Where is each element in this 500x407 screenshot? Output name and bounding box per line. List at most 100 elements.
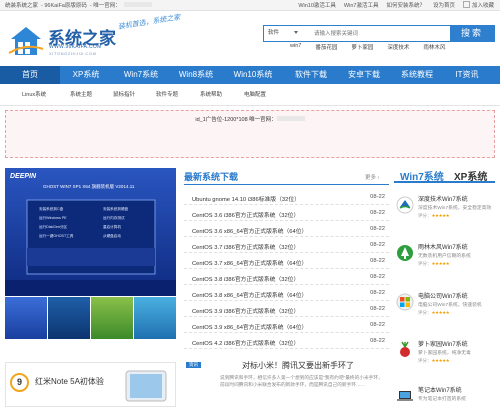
banner-brand: DEEPIN: [10, 173, 37, 180]
house-logo-icon[interactable]: [8, 23, 44, 57]
downloads-more-link[interactable]: 更多 ›: [365, 173, 379, 181]
win7-activation-link[interactable]: Win7激活工具: [344, 1, 379, 9]
site-tagline-text: - 96KaiFa原版原码: [41, 3, 87, 9]
download-name: CentOS 3.6 i386官方正式版系统（32位）: [192, 213, 300, 219]
list-item[interactable]: CentOS 3.9 x86_64官方正式版系统（64位） 08-22: [184, 319, 389, 333]
download-name: CentOS 3.8 i386官方正式版系统（32位）: [192, 277, 300, 283]
thumbnail[interactable]: [134, 297, 176, 339]
list-item[interactable]: CentOS 3.6 x86_64官方正式版系统（64位） 08-22: [184, 223, 389, 237]
downloads-title[interactable]: 最新系统下载: [184, 170, 238, 183]
blurred-url: [276, 116, 305, 121]
sidebar-item-deepin[interactable]: 深度技术Win7系统 深度技术Win7系统，安全稳定高效 评分：★★★★★: [394, 190, 495, 228]
nav-item-it-news[interactable]: IT资讯: [444, 66, 490, 84]
download-date: 08-22: [370, 226, 385, 232]
ad-banner[interactable]: id_1广告位-1200*108 唯一官网：: [5, 110, 495, 158]
nav-item-tutorial[interactable]: 系统教程: [390, 66, 444, 84]
nav-item-android[interactable]: 安卓下载: [338, 66, 390, 84]
list-item[interactable]: CentOS 3.6 i386官方正式版系统（32位） 08-22: [184, 207, 389, 221]
nav-item-home[interactable]: 首页: [0, 66, 60, 84]
rating-stars: ★★★★★: [431, 261, 450, 266]
hot-word[interactable]: 雨林木风: [423, 43, 445, 51]
banner-menu-item: 安装系统到C盘: [39, 207, 64, 211]
rating-label: 评分：: [418, 261, 432, 266]
hot-word[interactable]: 萝卜家园: [351, 43, 373, 51]
thumbnail[interactable]: [5, 297, 47, 339]
site-pinyin: XITONGZHIJIA.COM: [49, 51, 97, 56]
sidebar-item-label: 雨林木风Win7系统: [418, 245, 468, 251]
download-name: CentOS 3.7 x86_64官方正式版系统（64位）: [192, 261, 308, 267]
list-item[interactable]: CentOS 4.2 i386官方正式版系统（32位） 08-22: [184, 335, 389, 349]
search-category-select[interactable]: 软件: [264, 26, 304, 41]
download-name: CentOS 3.7 i386官方正式版系统（32位）: [192, 245, 300, 251]
how-to-install-link[interactable]: 如何安装系统？: [386, 1, 425, 9]
subnav-item-linux[interactable]: Linux系统: [22, 90, 46, 98]
subnav-item-theme[interactable]: 系统主题: [70, 90, 92, 98]
search-input[interactable]: [306, 26, 451, 41]
sidebar-item-rating: 评分：★★★★★: [418, 213, 450, 219]
sidebar-item-lbjy[interactable]: 萝卜家园Win7系统 萝卜家园系统，纯净无毒 评分：★★★★★: [394, 335, 495, 373]
news-tag: 资讯: [186, 362, 201, 368]
download-date: 08-22: [370, 274, 385, 280]
sidebar-item-laptop[interactable]: 笔记本Win7系统 专为笔记本打造的系统: [394, 381, 495, 407]
list-item[interactable]: Ubuntu gnome 14.10 i386标准版（32位） 08-22: [184, 191, 389, 205]
hot-word[interactable]: 深度技术: [387, 43, 409, 51]
sidebar-item-label: 深度技术Win7系统: [418, 197, 468, 203]
featured-banner[interactable]: DEEPIN GHOST WIN7 SP1 X64 旗舰装机版 V2014.11…: [5, 168, 176, 296]
banner-thumbnails: [5, 297, 176, 339]
divider: [184, 184, 389, 185]
nav-item-win7[interactable]: Win7系统: [112, 66, 170, 84]
subnav-item-software-topic[interactable]: 软件专题: [156, 90, 178, 98]
featured-article[interactable]: 9 红米Note 5A初体验: [5, 362, 176, 407]
win10-activation-link[interactable]: Win10激活工具: [298, 1, 336, 9]
news-title: 对标小米！腾讯又要出新手环了: [242, 361, 354, 370]
download-date: 08-22: [370, 306, 385, 312]
chevron-down-icon: [294, 31, 298, 36]
news-item[interactable]: 资讯 对标小米！腾讯又要出新手环了 说到腾讯和手环，相信许多人第一个想到的应该是…: [184, 360, 389, 407]
thumbnail[interactable]: [91, 297, 133, 339]
hot-words: win7 番茄花园 萝卜家园 深度技术 雨林木风: [290, 43, 445, 51]
list-item[interactable]: CentOS 3.9 i386官方正式版系统（32位） 08-22: [184, 303, 389, 317]
add-favorite-link[interactable]: 加入收藏: [463, 1, 494, 9]
search-button[interactable]: 搜索: [450, 26, 494, 41]
more-label: 更多: [365, 175, 377, 181]
hot-word[interactable]: win7: [290, 43, 301, 51]
sidebar-item-rating: 评分：★★★★★: [418, 358, 450, 364]
subnav-item-help[interactable]: 系统帮助: [200, 90, 222, 98]
nav-item-xp[interactable]: XP系统: [60, 66, 112, 84]
sidebar-item-label: 萝卜家园Win7系统: [418, 342, 468, 348]
subnav-item-cursor[interactable]: 鼠标指针: [113, 90, 135, 98]
news-desc: 说到腾讯和手环，相信许多人第一个想到的应该是"我有约吧"最终的小米手环，前段时间…: [220, 375, 383, 387]
radish-icon: [400, 341, 410, 357]
nav-item-win8[interactable]: Win8系统: [170, 66, 222, 84]
main-nav: 首页 XP系统 Win7系统 Win8系统 Win10系统 软件下载 安卓下载 …: [0, 66, 500, 84]
top-bar: 统装系统之家 - 96KaiFa原版原码 - 唯一官网： Win10激活工具 Win…: [0, 0, 500, 11]
deepin-icon: [396, 196, 414, 214]
sub-nav: Linux系统 系统主题 鼠标指针 软件专题 系统帮助 电脑配置: [0, 84, 500, 106]
sidebar-item-dngs[interactable]: 电脑公司Win7系统 电脑公司Win7系统，快速装机 评分：★★★★★: [394, 287, 495, 325]
official-site-text: - 唯一官网：: [89, 3, 121, 9]
tab-xp[interactable]: XP系统: [454, 168, 487, 183]
download-name: Ubuntu gnome 14.10 i386标准版（32位）: [192, 197, 300, 203]
list-item[interactable]: CentOS 3.8 i386官方正式版系统（32位） 08-22: [184, 271, 389, 285]
subnav-item-pc-config[interactable]: 电脑配置: [244, 90, 266, 98]
list-item[interactable]: CentOS 3.7 i386官方正式版系统（32位） 08-22: [184, 239, 389, 253]
download-name: CentOS 3.6 x86_64官方正式版系统（64位）: [192, 229, 308, 235]
banner-menu-item: 运行内存测试: [103, 216, 125, 220]
list-item[interactable]: CentOS 3.7 x86_64官方正式版系统（64位） 08-22: [184, 255, 389, 269]
thumbnail[interactable]: [48, 297, 90, 339]
blurred-url: [123, 2, 152, 7]
download-date: 08-22: [370, 210, 385, 216]
hot-word[interactable]: 番茄花园: [315, 43, 337, 51]
sidebar-item-ylmf[interactable]: 雨林木风Win7系统 无数装机用户信赖的系统 评分：★★★★★: [394, 238, 495, 276]
sidebar-item-label: 笔记本Win7系统: [418, 388, 462, 394]
rating-stars: ★★★★★: [431, 358, 450, 363]
list-item[interactable]: CentOS 3.8 x86_64官方正式版系统（64位） 08-22: [184, 287, 389, 301]
tab-win7[interactable]: Win7系统: [400, 168, 444, 183]
nav-item-win10[interactable]: Win10系统: [222, 66, 284, 84]
sidebar-item-desc: 萝卜家园系统，纯净无毒: [418, 351, 471, 356]
ylmf-icon: [397, 245, 413, 261]
search-category-label: 软件: [268, 30, 280, 36]
header: 系统之家 WWW.96KAIFA.COM XITONGZHIJIA.COM 装机…: [0, 11, 500, 66]
set-homepage-link[interactable]: 设为首页: [433, 1, 455, 9]
nav-item-software[interactable]: 软件下载: [284, 66, 338, 84]
